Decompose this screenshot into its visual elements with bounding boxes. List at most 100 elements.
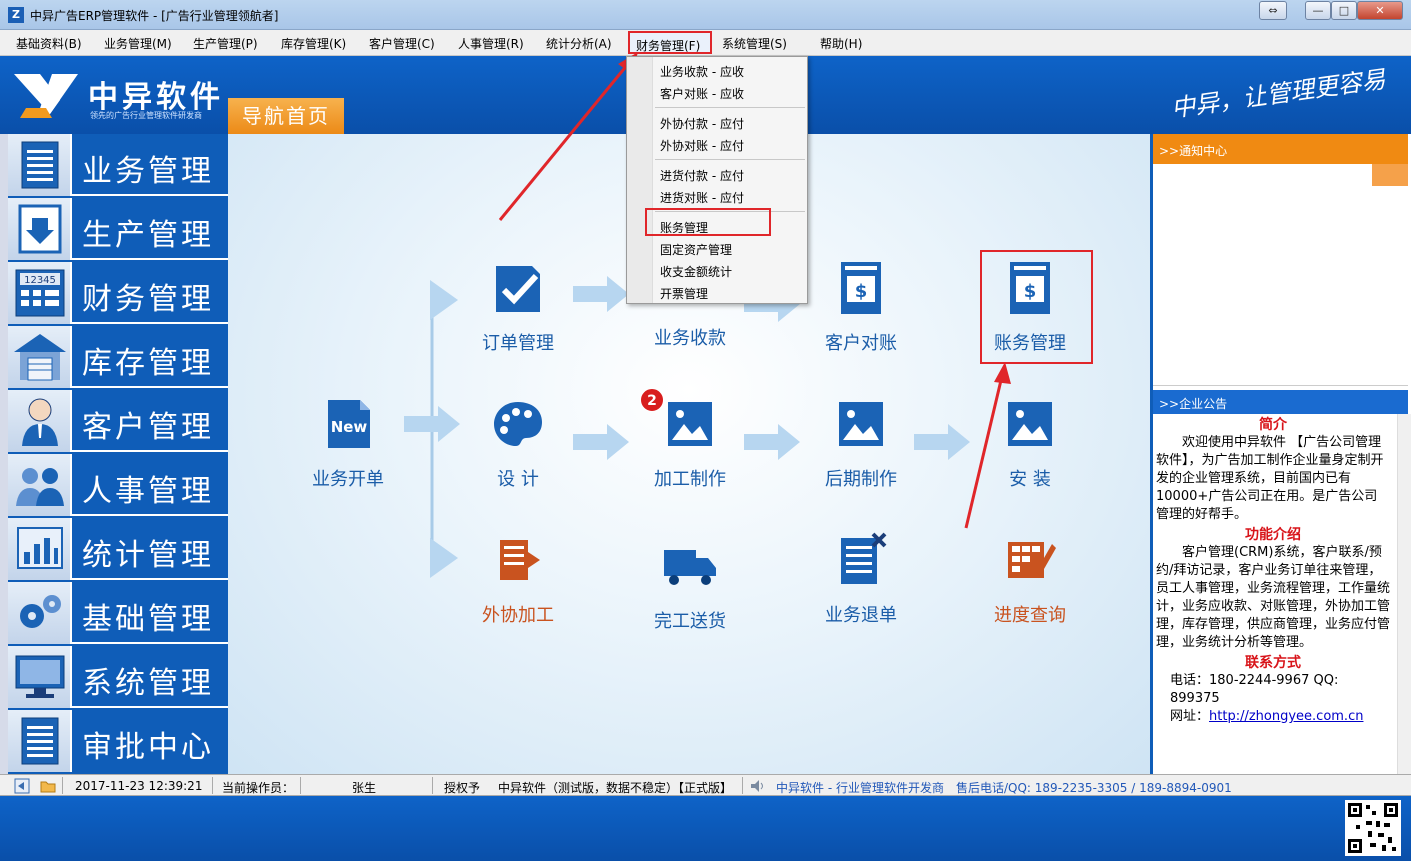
flow-node-design[interactable]: 设 计 — [468, 396, 568, 491]
window-title: 中异广告ERP管理软件 - [广告行业管理领航者] — [30, 9, 279, 23]
menu-production[interactable]: 生产管理(P) — [193, 35, 258, 52]
flow-node-install[interactable]: 安 装 — [980, 396, 1080, 491]
footer-bar — [0, 796, 1411, 861]
sidebar-item-production[interactable]: 生产管理 — [8, 198, 228, 260]
contact-phone: 电话：180-2244-9967 QQ: 899375 — [1170, 673, 1339, 706]
document-cancel-icon — [841, 532, 887, 584]
customer-icon — [8, 390, 72, 452]
flow-node-label: 加工制作 — [654, 469, 726, 490]
dropdown-item-fixed-assets[interactable]: 固定资产管理 — [660, 241, 732, 258]
dropdown-item-receipt[interactable]: 业务收款 - 应收 — [660, 63, 744, 80]
status-separator — [212, 777, 213, 794]
flow-node-label: 进度查询 — [994, 605, 1066, 626]
sidebar-item-label: 客户管理 — [82, 410, 214, 445]
site-link[interactable]: http://zhongyee.com.cn — [1209, 709, 1363, 724]
status-company: 中异软件 - 行业管理软件开发商 — [776, 781, 944, 795]
sidebar-item-hr[interactable]: 人事管理 — [8, 454, 228, 516]
status-separator — [62, 777, 63, 794]
menu-system[interactable]: 系统管理(S) — [722, 35, 787, 52]
speaker-icon — [751, 780, 763, 792]
right-panel: >>通知中心 >>企业公告 简介 欢迎使用中异软件 【广告公司管理软件】，为广告… — [1150, 134, 1411, 774]
calculator-pen-icon — [1008, 542, 1056, 578]
flow-node-outsource[interactable]: 外协加工 — [468, 532, 568, 627]
notice-scroll-handle[interactable] — [1372, 164, 1408, 186]
maximize-button[interactable]: □ — [1331, 1, 1357, 20]
contact-title: 联系方式 — [1245, 655, 1301, 671]
menu-icon-strip — [627, 57, 653, 303]
menu-help[interactable]: 帮助(H) — [820, 35, 862, 52]
restore-tile-button[interactable]: ⇔ — [1259, 1, 1287, 20]
minimize-button[interactable]: — — [1305, 1, 1331, 20]
intro-title: 简介 — [1259, 417, 1287, 433]
dropdown-item-invoice[interactable]: 开票管理 — [660, 285, 708, 302]
flow-node-label: 外协加工 — [482, 605, 554, 626]
status-license-label: 授权予 — [444, 781, 481, 795]
folder-icon[interactable] — [40, 778, 56, 794]
menu-business[interactable]: 业务管理(M) — [104, 35, 172, 52]
dropdown-item-outsource-payment[interactable]: 外协付款 - 应付 — [660, 115, 744, 132]
sidebar-item-approval[interactable]: 审批中心 — [8, 710, 228, 772]
menu-hr[interactable]: 人事管理(R) — [458, 35, 524, 52]
dropdown-item-purchase-payment[interactable]: 进货付款 - 应付 — [660, 167, 744, 184]
menu-customer[interactable]: 客户管理(C) — [369, 35, 435, 52]
calculator-display: 12345 — [24, 275, 56, 286]
sidebar-item-label: 财务管理 — [82, 282, 214, 317]
status-operator: 张生 — [352, 781, 377, 795]
announcement-scrollbar[interactable] — [1397, 414, 1411, 774]
status-separator — [432, 777, 433, 794]
sidebar-item-statistics[interactable]: 统计管理 — [8, 518, 228, 580]
truck-icon — [664, 550, 716, 585]
flow-node-return[interactable]: 业务退单 — [811, 532, 911, 627]
sidebar-item-label: 审批中心 — [82, 730, 214, 765]
company-logo-icon — [14, 74, 78, 118]
exit-icon[interactable] — [14, 778, 30, 794]
flow-node-label: 客户对账 — [825, 333, 897, 354]
sidebar-item-label: 业务管理 — [82, 154, 214, 189]
flow-node-label: 设 计 — [497, 469, 539, 490]
app-icon: Z — [8, 7, 24, 23]
document-icon — [8, 710, 72, 772]
flow-node-progress[interactable]: 进度查询 — [980, 532, 1080, 627]
menu-finance[interactable]: 财务管理(F) — [628, 31, 712, 54]
menu-inventory[interactable]: 库存管理(K) — [281, 35, 346, 52]
flow-node-label: 完工送货 — [654, 611, 726, 632]
flow-node-order[interactable]: 订单管理 — [468, 260, 568, 355]
dropdown-item-outsource-reconcile[interactable]: 外协对账 - 应付 — [660, 137, 744, 154]
sidebar-item-finance[interactable]: 12345 财务管理 — [8, 262, 228, 324]
new-document-icon: New — [328, 400, 370, 448]
contact-site: 网址：http://zhongyee.com.cn — [1156, 708, 1390, 726]
status-datetime: 2017-11-23 12:39:21 — [75, 779, 203, 793]
warehouse-icon — [8, 326, 72, 388]
image-edit-icon — [839, 402, 883, 446]
svg-text:$: $ — [855, 281, 868, 302]
menu-basic-data[interactable]: 基础资料(B) — [16, 35, 82, 52]
sidebar-item-system[interactable]: 系统管理 — [8, 646, 228, 708]
tab-nav-home[interactable]: 导航首页 — [228, 98, 344, 134]
image-edit-icon — [1008, 402, 1052, 446]
menu-separator — [655, 107, 805, 108]
announcement-header: >>企业公告 — [1153, 390, 1408, 414]
sidebar-item-label: 系统管理 — [82, 666, 214, 701]
sidebar-item-business[interactable]: 业务管理 — [8, 134, 228, 196]
sidebar-item-label: 基础管理 — [82, 602, 214, 637]
document-arrow-icon — [500, 540, 540, 580]
sidebar-item-inventory[interactable]: 库存管理 — [8, 326, 228, 388]
flow-arrow-icon — [573, 276, 629, 312]
calculator-icon: 12345 — [8, 262, 72, 324]
dropdown-item-purchase-reconcile[interactable]: 进货对账 - 应付 — [660, 189, 744, 206]
site-label: 网址： — [1170, 709, 1210, 724]
announcement-body: 简介 欢迎使用中异软件 【广告公司管理软件】，为广告加工制作企业量身定制开发的企… — [1153, 414, 1408, 774]
flow-node-delivery[interactable]: 完工送货 — [640, 538, 740, 633]
sidebar-item-basic[interactable]: 基础管理 — [8, 582, 228, 644]
sidebar-item-customer[interactable]: 客户管理 — [8, 390, 228, 452]
dropdown-item-customer-reconcile[interactable]: 客户对账 - 应收 — [660, 85, 744, 102]
status-separator — [300, 777, 301, 794]
flow-node-reconcile[interactable]: $ 客户对账 — [811, 260, 911, 355]
flow-node-post[interactable]: 后期制作 — [811, 396, 911, 491]
flow-arrow-icon — [914, 424, 970, 460]
dropdown-item-income-stats[interactable]: 收支金额统计 — [660, 263, 732, 280]
new-icon-text: New — [331, 418, 368, 436]
close-button[interactable]: ✕ — [1357, 1, 1403, 20]
flow-node-start[interactable]: New 业务开单 — [298, 396, 398, 491]
menu-statistics[interactable]: 统计分析(A) — [546, 35, 612, 52]
